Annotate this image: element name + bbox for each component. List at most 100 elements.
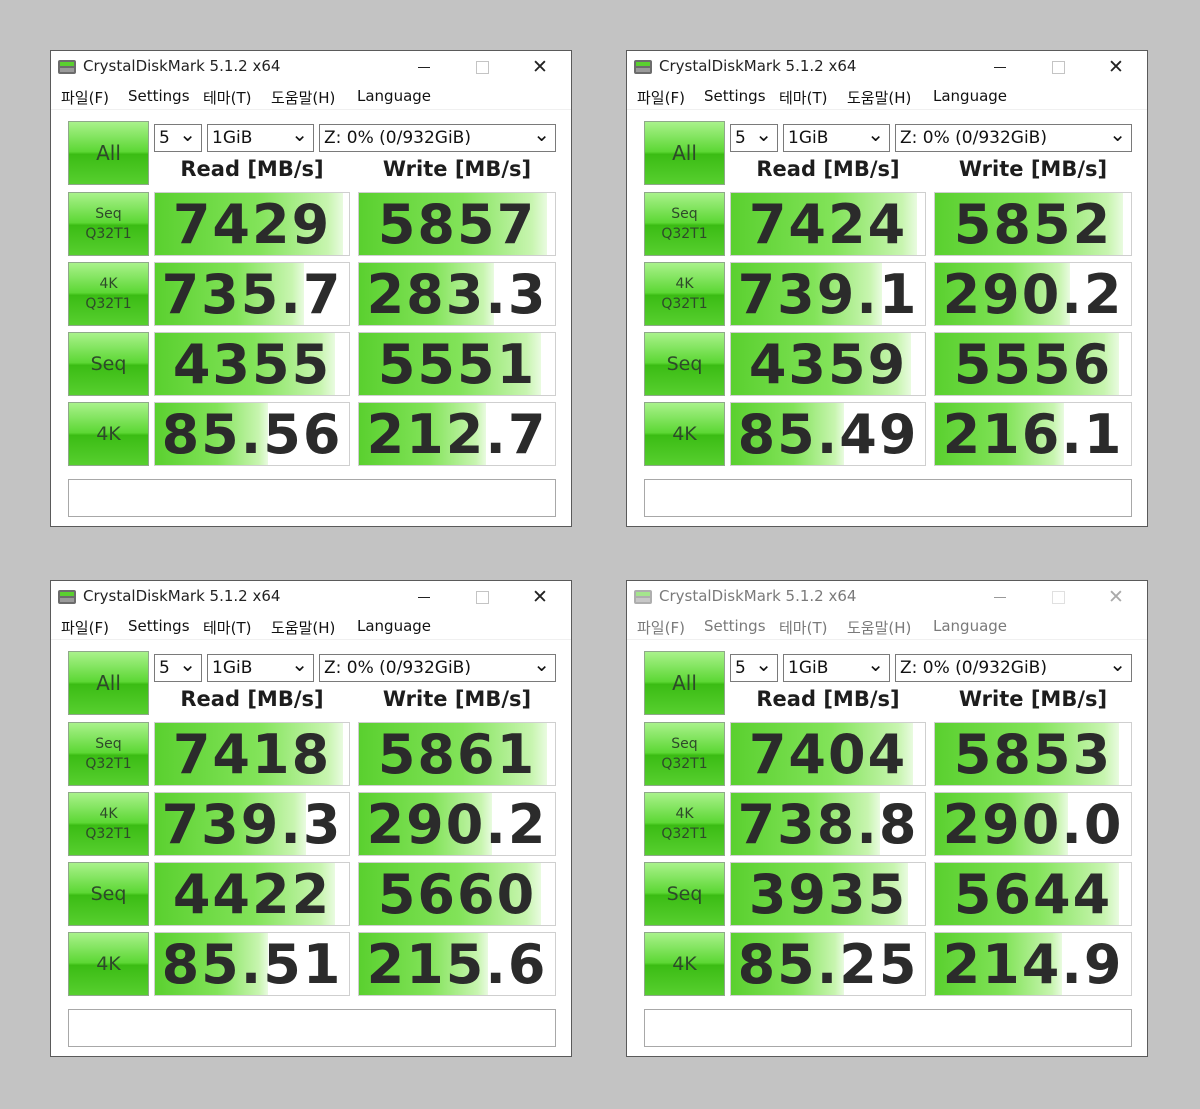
test-button[interactable]: 4K xyxy=(68,402,149,466)
menu-item[interactable]: 도움말(H) xyxy=(271,617,335,638)
test-label-line1: 4K xyxy=(99,806,118,822)
menu-item[interactable]: Language xyxy=(933,617,1007,635)
drive-select[interactable]: Z: 0% (0/932GiB) ⌄ xyxy=(895,124,1132,152)
test-size-select[interactable]: 1GiB ⌄ xyxy=(783,124,890,152)
test-button[interactable]: Seq xyxy=(644,332,725,396)
test-label-line1: Seq xyxy=(671,206,698,222)
test-button[interactable]: Seq xyxy=(68,862,149,926)
drive-select[interactable]: Z: 0% (0/932GiB) ⌄ xyxy=(319,124,556,152)
test-button[interactable]: Seq Q32T1 xyxy=(644,192,725,256)
test-button[interactable]: 4K Q32T1 xyxy=(644,792,725,856)
comment-box[interactable] xyxy=(68,479,556,517)
menu-item[interactable]: 파일(F) xyxy=(61,617,109,638)
drive-select[interactable]: Z: 0% (0/932GiB) ⌄ xyxy=(895,654,1132,682)
maximize-icon[interactable] xyxy=(459,583,505,611)
close-icon[interactable]: ✕ xyxy=(1093,53,1139,81)
read-speed-value: 735.7 xyxy=(161,262,343,326)
maximize-icon[interactable] xyxy=(1035,583,1081,611)
read-result-cell: 7424 xyxy=(730,192,926,256)
all-button[interactable]: All xyxy=(68,121,149,185)
minimize-glyph xyxy=(994,66,1006,68)
read-result-cell: 4422 xyxy=(154,862,350,926)
menu-item[interactable]: 테마(T) xyxy=(203,87,251,108)
all-button[interactable]: All xyxy=(644,651,725,715)
test-button[interactable]: 4K Q32T1 xyxy=(68,792,149,856)
comment-box[interactable] xyxy=(68,1009,556,1047)
menu-item[interactable]: 테마(T) xyxy=(203,617,251,638)
menu-item[interactable]: Settings xyxy=(704,87,766,105)
menu-item[interactable]: Settings xyxy=(128,617,190,635)
test-label-line1: 4K xyxy=(675,806,694,822)
menu-item[interactable]: 도움말(H) xyxy=(847,87,911,108)
test-label-line2: Q32T1 xyxy=(85,756,132,772)
minimize-icon[interactable] xyxy=(977,53,1023,81)
test-button[interactable]: Seq Q32T1 xyxy=(68,722,149,786)
drive-select[interactable]: Z: 0% (0/932GiB) ⌄ xyxy=(319,654,556,682)
write-result-cell: 283.3 xyxy=(358,262,556,326)
menu-item[interactable]: Language xyxy=(933,87,1007,105)
test-button[interactable]: 4K xyxy=(644,402,725,466)
title-bar: CrystalDiskMark 5.1.2 x64 ✕ xyxy=(51,51,571,83)
menu-item[interactable]: Settings xyxy=(128,87,190,105)
comment-box[interactable] xyxy=(644,1009,1132,1047)
menu-item[interactable]: 테마(T) xyxy=(779,617,827,638)
menu-divider xyxy=(51,109,571,110)
test-button[interactable]: Seq xyxy=(644,862,725,926)
all-button[interactable]: All xyxy=(644,121,725,185)
test-button[interactable]: 4K xyxy=(68,932,149,996)
test-label: Seq xyxy=(666,883,703,905)
write-speed-value: 5551 xyxy=(377,332,537,396)
test-label-line1: 4K xyxy=(99,276,118,292)
comment-box[interactable] xyxy=(644,479,1132,517)
maximize-glyph xyxy=(1051,60,1065,74)
close-icon[interactable]: ✕ xyxy=(1093,583,1139,611)
test-count-select[interactable]: 5 ⌄ xyxy=(730,654,778,682)
chevron-down-icon: ⌄ xyxy=(291,654,308,676)
test-count-select[interactable]: 5 ⌄ xyxy=(154,124,202,152)
write-speed-value: 212.7 xyxy=(366,402,548,466)
menu-item[interactable]: 도움말(H) xyxy=(847,617,911,638)
test-button[interactable]: 4K Q32T1 xyxy=(68,262,149,326)
test-count-select[interactable]: 5 ⌄ xyxy=(730,124,778,152)
disk-app-icon xyxy=(633,58,653,76)
menu-item[interactable]: 도움말(H) xyxy=(271,87,335,108)
write-result-cell: 290.0 xyxy=(934,792,1132,856)
test-size-select[interactable]: 1GiB ⌄ xyxy=(783,654,890,682)
test-size-select[interactable]: 1GiB ⌄ xyxy=(207,124,314,152)
test-button[interactable]: 4K xyxy=(644,932,725,996)
crystaldiskmark-window: CrystalDiskMark 5.1.2 x64 ✕ 파일(F) Settings 테… xyxy=(626,580,1148,1057)
write-header: Write [MB/s] xyxy=(382,687,532,711)
write-result-cell: 290.2 xyxy=(934,262,1132,326)
maximize-icon[interactable] xyxy=(459,53,505,81)
write-speed-value: 216.1 xyxy=(942,402,1124,466)
minimize-icon[interactable] xyxy=(977,583,1023,611)
read-result-cell: 7404 xyxy=(730,722,926,786)
write-speed-value: 5853 xyxy=(953,722,1113,786)
test-button[interactable]: Seq Q32T1 xyxy=(644,722,725,786)
test-count-select[interactable]: 5 ⌄ xyxy=(154,654,202,682)
window-title: CrystalDiskMark 5.1.2 x64 xyxy=(83,57,281,75)
test-size-select[interactable]: 1GiB ⌄ xyxy=(207,654,314,682)
menu-item[interactable]: Language xyxy=(357,617,431,635)
test-label: Seq xyxy=(666,353,703,375)
all-button[interactable]: All xyxy=(68,651,149,715)
test-button[interactable]: 4K Q32T1 xyxy=(644,262,725,326)
close-icon[interactable]: ✕ xyxy=(517,53,563,81)
menu-item[interactable]: Language xyxy=(357,87,431,105)
menu-item[interactable]: 테마(T) xyxy=(779,87,827,108)
menu-item[interactable]: 파일(F) xyxy=(637,617,685,638)
minimize-icon[interactable] xyxy=(401,53,447,81)
test-button[interactable]: Seq Q32T1 xyxy=(68,192,149,256)
write-speed-value: 215.6 xyxy=(366,932,548,996)
maximize-icon[interactable] xyxy=(1035,53,1081,81)
menu-item[interactable]: 파일(F) xyxy=(61,87,109,108)
test-button[interactable]: Seq xyxy=(68,332,149,396)
menu-item[interactable]: Settings xyxy=(704,617,766,635)
minimize-icon[interactable] xyxy=(401,583,447,611)
test-label-line2: Q32T1 xyxy=(85,296,132,312)
menu-item[interactable]: 파일(F) xyxy=(637,87,685,108)
read-speed-value: 7424 xyxy=(748,192,908,256)
close-icon[interactable]: ✕ xyxy=(517,583,563,611)
menu-divider xyxy=(51,639,571,640)
write-header: Write [MB/s] xyxy=(382,157,532,181)
